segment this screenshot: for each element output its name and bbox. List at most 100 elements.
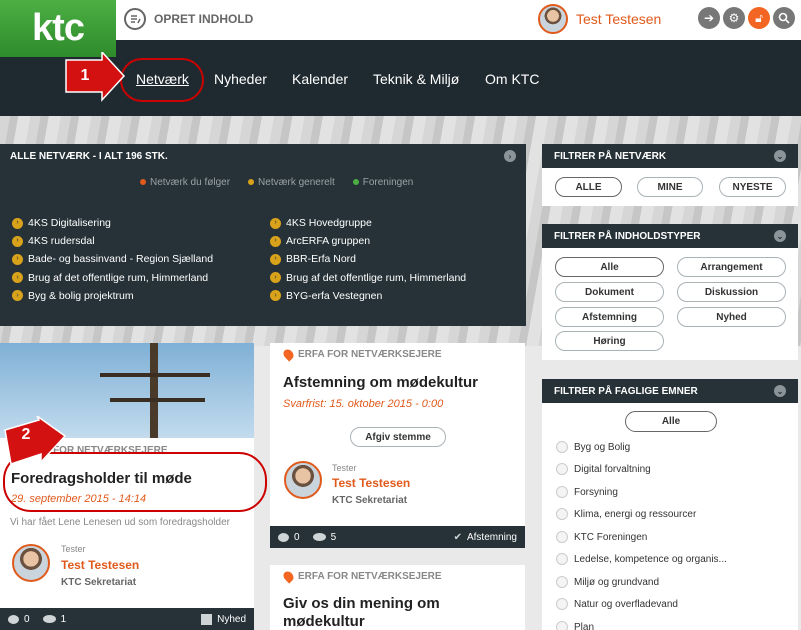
- arrow-right-icon[interactable]: ›: [504, 150, 516, 162]
- filter-network-all[interactable]: ALLE: [555, 177, 622, 197]
- content-type: ✔ Afstemning: [454, 532, 517, 543]
- nav-item-nyheder[interactable]: Nyheder: [214, 71, 267, 87]
- filter-content-dokument[interactable]: Dokument: [555, 282, 664, 302]
- view-count: 5: [330, 531, 337, 543]
- topic-checkbox[interactable]: Forsyning: [556, 486, 618, 498]
- author-name[interactable]: Test Testesen: [332, 476, 410, 490]
- network-link[interactable]: › Bade- og bassinvand - Region Sjælland: [12, 250, 213, 268]
- author-role: Tester: [332, 463, 357, 473]
- network-link[interactable]: › BBR-Erfa Nord: [270, 250, 466, 268]
- user-name: Test Testesen: [576, 11, 662, 27]
- topic-checkbox[interactable]: Byg og Bolig: [556, 441, 630, 453]
- filter-content-nyhed[interactable]: Nyhed: [677, 307, 786, 327]
- legend-item: Netværk du følger: [140, 177, 230, 188]
- card-category: ERFA FOR NETVÆRKSEJERE: [281, 347, 442, 362]
- lock-icon[interactable]: 🔓︎: [748, 7, 770, 29]
- nav-item-teknik-miljo[interactable]: Teknik & Miljø: [373, 71, 459, 87]
- network-link[interactable]: › Byg & bolig projektrum: [12, 287, 213, 305]
- topic-checkbox[interactable]: Miljø og grundvand: [556, 576, 659, 588]
- filter-network-box: FILTRER PÅ NETVÆRK ⌄ ALLE MINE NYESTE: [542, 144, 798, 206]
- edit-icon: [124, 8, 146, 30]
- discussion-card[interactable]: ERFA FOR NETVÆRKSEJERE Giv os din mening…: [270, 565, 525, 630]
- chevron-down-icon[interactable]: ⌄: [774, 385, 786, 397]
- network-link[interactable]: › Brug af det offentlige rum, Himmerland: [12, 269, 213, 287]
- card-footer: 0 1 Nyhed: [0, 608, 254, 630]
- network-link[interactable]: › 4KS Hovedgruppe: [270, 214, 466, 232]
- topic-label: Byg og Bolig: [574, 441, 631, 453]
- comment-count: 0: [294, 531, 300, 543]
- filter-network-newest[interactable]: NYESTE: [719, 177, 786, 197]
- filter-content-all[interactable]: Alle: [555, 257, 664, 277]
- filter-content-header: FILTRER PÅ INDHOLDSTYPER ⌄: [542, 224, 798, 248]
- poll-deadline: Svarfrist: 15. oktober 2015 - 0:00: [283, 398, 444, 410]
- filter-topics-all[interactable]: Alle: [625, 411, 717, 432]
- topic-label: Ledelse, kompetence og organis...: [574, 553, 727, 565]
- network-label: BBR-Erfa Nord: [286, 253, 357, 266]
- network-link[interactable]: › 4KS Digitalisering: [12, 214, 213, 232]
- ktc-logo[interactable]: ktc: [0, 0, 116, 57]
- filter-network-title: FILTRER PÅ NETVÆRK: [554, 150, 667, 162]
- search-icon[interactable]: [773, 7, 795, 29]
- network-label: Bade- og bassinvand - Region Sjælland: [28, 253, 214, 266]
- chevron-down-icon[interactable]: ⌄: [774, 150, 786, 162]
- filter-content-afstemning[interactable]: Afstemning: [555, 307, 664, 327]
- filter-content-diskussion[interactable]: Diskussion: [677, 282, 786, 302]
- checkbox-icon: [556, 598, 568, 610]
- topic-label: Natur og overfladevand: [574, 598, 678, 610]
- filter-content-arrangement[interactable]: Arrangement: [677, 257, 786, 277]
- arrow-icon: ›: [12, 272, 23, 284]
- vote-button[interactable]: Afgiv stemme: [350, 427, 446, 447]
- network-link[interactable]: › ArcERFA gruppen: [270, 232, 466, 250]
- legend-label: Foreningen: [362, 177, 414, 188]
- network-label: Byg & bolig projektrum: [28, 289, 134, 302]
- legend-dot-icon: [248, 179, 255, 185]
- checkmark-icon: ✔: [453, 531, 462, 543]
- chevron-down-icon[interactable]: ⌄: [774, 230, 786, 242]
- networks-panel-header: ALLE NETVÆRK - I ALT 196 STK. ›: [0, 144, 526, 168]
- author-name[interactable]: Test Testesen: [61, 558, 139, 572]
- filter-network-mine[interactable]: MINE: [637, 177, 703, 197]
- avatar: [12, 544, 50, 582]
- checkbox-icon: [556, 463, 568, 475]
- networks-panel-title: ALLE NETVÆRK - I ALT 196 STK.: [10, 150, 168, 162]
- network-label: BYG-erfa Vestegnen: [286, 289, 383, 302]
- topic-checkbox[interactable]: Digital forvaltning: [556, 463, 651, 475]
- arrow-icon: ›: [12, 290, 23, 302]
- topic-checkbox[interactable]: Plan: [556, 621, 594, 630]
- topic-label: Digital forvaltning: [574, 463, 651, 475]
- topic-checkbox[interactable]: Klima, energi og ressourcer: [556, 508, 696, 520]
- pin-icon[interactable]: ➔: [698, 7, 720, 29]
- topic-label: Plan: [574, 621, 595, 630]
- filter-topics-title: FILTRER PÅ FAGLIGE EMNER: [554, 385, 698, 397]
- network-link[interactable]: › 4KS rudersdal: [12, 232, 213, 250]
- card-title-line-1[interactable]: Giv os din mening om: [283, 595, 440, 612]
- card-title[interactable]: Afstemning om mødekultur: [283, 374, 478, 391]
- newspaper-icon: [201, 613, 213, 625]
- poll-card[interactable]: ERFA FOR NETVÆRKSEJERE Afstemning om mød…: [270, 343, 525, 548]
- top-bar: OPRET INDHOLD Test Testesen ➔ ⚙ 🔓︎: [0, 0, 801, 40]
- arrow-icon: ›: [270, 254, 281, 265]
- card-title-line-2[interactable]: mødekultur: [283, 613, 365, 630]
- topic-checkbox[interactable]: KTC Foreningen: [556, 531, 647, 543]
- view-count: 1: [60, 613, 67, 625]
- comment-icon: [8, 614, 19, 624]
- topic-checkbox[interactable]: Ledelse, kompetence og organis...: [556, 553, 727, 565]
- step-1-badge: 1: [80, 67, 90, 84]
- category-label: ERFA FOR NETVÆRKSEJERE: [298, 571, 442, 582]
- network-link[interactable]: › BYG-erfa Vestegnen: [270, 287, 466, 305]
- crossbar: [100, 373, 210, 377]
- create-content-button[interactable]: OPRET INDHOLD: [124, 8, 253, 30]
- gear-icon[interactable]: ⚙: [723, 7, 745, 29]
- filter-content-title: FILTRER PÅ INDHOLDSTYPER: [554, 230, 701, 242]
- filter-content-horing[interactable]: Høring: [555, 331, 664, 351]
- user-menu[interactable]: Test Testesen: [538, 4, 661, 34]
- legend-label: Netværk du følger: [150, 177, 231, 188]
- network-link[interactable]: › Brug af det offentlige rum, Himmerland: [270, 269, 466, 287]
- topic-label: Klima, energi og ressourcer: [574, 508, 697, 520]
- topic-checkbox[interactable]: Natur og overfladevand: [556, 598, 678, 610]
- nav-item-kalender[interactable]: Kalender: [292, 71, 348, 87]
- legend-item: Netværk generelt: [248, 177, 335, 188]
- network-label: ArcERFA gruppen: [286, 235, 371, 248]
- nav-item-om-ktc[interactable]: Om KTC: [485, 71, 539, 87]
- topic-label: KTC Foreningen: [574, 531, 648, 543]
